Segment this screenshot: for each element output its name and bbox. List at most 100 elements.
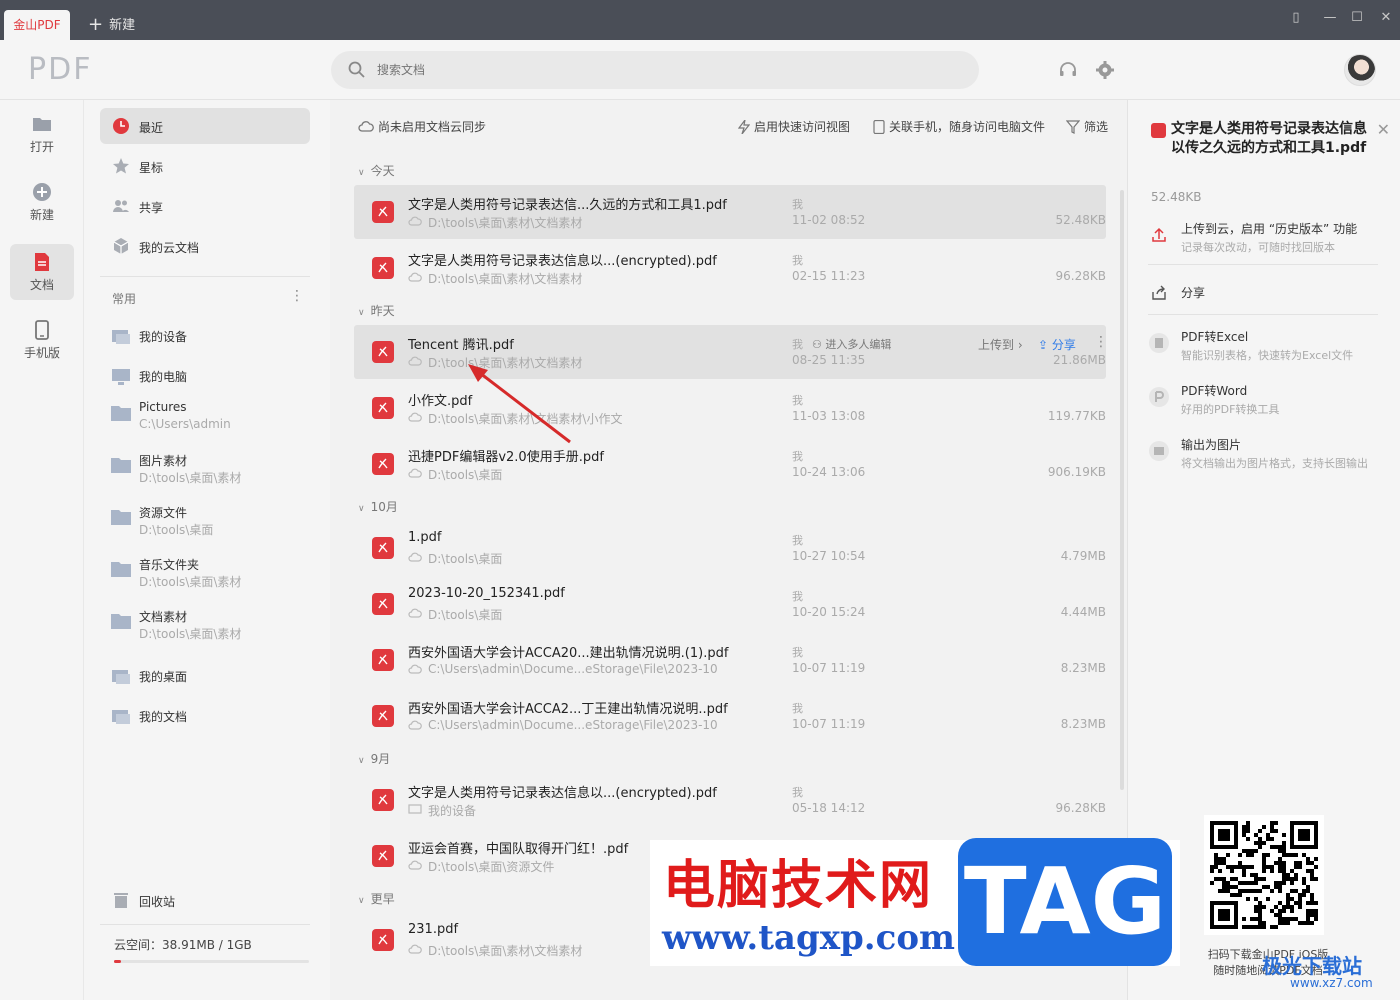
nav-item-starred[interactable]: 星标: [100, 148, 310, 184]
file-date: 11-02 08:52: [792, 213, 866, 227]
file-size: 119.77KB: [1047, 409, 1106, 423]
new-tab-label: 新建: [109, 18, 136, 33]
group-label: 昨天: [370, 304, 395, 318]
more-options-icon[interactable]: ⋮: [290, 288, 304, 304]
file-size: 8.23MB: [1060, 717, 1106, 731]
tool-label: PDF转Excel: [1181, 330, 1249, 344]
more-options-icon[interactable]: ⋮: [1094, 334, 1108, 350]
share-label: 分享: [1051, 338, 1076, 352]
new-tab-button[interactable]: + 新建: [88, 10, 135, 40]
desktop-icon: [112, 670, 130, 684]
cloud-sync-label: 尚未启用文档云同步: [378, 120, 487, 134]
search-input[interactable]: [377, 60, 937, 80]
file-date: 08-25 11:35: [792, 353, 866, 367]
restore-layout-icon[interactable]: ▯: [1286, 10, 1306, 25]
phone-link-button[interactable]: 关联手机，随身访问电脑文件: [873, 118, 1045, 135]
qr-code: [1204, 815, 1324, 935]
app-tab[interactable]: 金山PDF: [4, 10, 70, 40]
device-label: 我的电脑: [139, 370, 188, 384]
file-date: 02-15 11:23: [792, 269, 866, 283]
divider: [100, 276, 310, 277]
computer-icon: [112, 369, 130, 385]
file-size: 21.86MB: [1053, 353, 1106, 367]
nav-folder-resources[interactable]: 资源文件 D:\tools\桌面: [110, 502, 310, 546]
file-row[interactable]: 2023-10-20_152341.pdf D:\tools\桌面 我 10-2…: [354, 577, 1106, 631]
file-owner: 我: [792, 646, 803, 659]
filter-button[interactable]: 筛选: [1065, 118, 1109, 135]
file-date: 10-07 11:19: [792, 717, 866, 731]
nav-folder-music[interactable]: 音乐文件夹 D:\tools\桌面\素材: [110, 554, 310, 598]
group-header-today[interactable]: ∨ 今天: [358, 162, 395, 179]
pdf-file-icon: [372, 341, 394, 363]
group-header-september[interactable]: ∨ 9月: [358, 750, 390, 767]
file-row[interactable]: 文字是人类用符号记录表达信息以...(encrypted).pdf D:\too…: [354, 241, 1106, 295]
file-path: D:\tools\桌面\资源文件: [428, 860, 555, 874]
group-header-earlier[interactable]: ∨ 更早: [358, 890, 395, 907]
close-icon[interactable]: ✕: [1377, 120, 1390, 139]
pdf-file-icon: [372, 453, 394, 475]
folder-shortcut-icon: [111, 458, 131, 473]
rail-documents[interactable]: 文档: [10, 244, 74, 300]
rail-mobile[interactable]: 手机版: [10, 312, 74, 368]
storage-progress: [114, 960, 309, 963]
nav-item-recycle[interactable]: 回收站: [100, 882, 310, 918]
chevron-down-icon: ∨: [358, 504, 365, 514]
nav-folder-desktop[interactable]: 我的桌面: [110, 658, 310, 702]
folder-path: D:\tools\桌面\素材: [139, 471, 242, 485]
file-size: 52.48KB: [1055, 213, 1106, 227]
file-name: 西安外国语大学会计ACCA20...建出轨情况说明.(1).pdf: [408, 646, 729, 661]
file-name: 文字是人类用符号记录表达信息以...(encrypted).pdf: [408, 786, 717, 801]
nav-folder-doc-material[interactable]: 文档素材 D:\tools\桌面\素材: [110, 606, 310, 650]
folder-path: D:\tools\桌面: [139, 523, 214, 537]
file-owner: 我: [792, 254, 803, 267]
upload-to-button[interactable]: 上传到 ›: [978, 336, 1023, 353]
avatar[interactable]: [1344, 54, 1376, 86]
nav-folder-pictures[interactable]: Pictures C:\Users\admin: [110, 398, 310, 442]
rail-open[interactable]: 打开: [10, 106, 74, 162]
filter-label: 筛选: [1084, 120, 1109, 134]
scrollbar[interactable]: [1120, 190, 1124, 790]
file-row[interactable]: 1.pdf D:\tools\桌面 我 10-27 10:54 4.79MB: [354, 521, 1106, 575]
share-button[interactable]: ⇪ 分享: [1038, 336, 1076, 353]
file-name: 231.pdf: [408, 922, 459, 937]
file-row[interactable]: 西安外国语大学会计ACCA20...建出轨情况说明.(1).pdf C:\Use…: [354, 633, 1106, 687]
pdf-file-icon: [372, 201, 394, 223]
storage-usage: 云空间：38.91MB / 1GB: [114, 938, 252, 952]
divider: [1148, 264, 1378, 265]
file-date: 11-03 13:08: [792, 409, 866, 423]
search-box[interactable]: [331, 51, 979, 89]
nav-folder-documents[interactable]: 我的文档: [110, 698, 310, 742]
nav-item-cloud-docs[interactable]: 我的云文档: [100, 228, 310, 264]
folder-path: D:\tools\桌面\素材: [139, 575, 242, 589]
nav-device-my-device[interactable]: 我的设备: [110, 318, 310, 362]
file-row[interactable]: 文字是人类用符号记录表达信息以...(encrypted).pdf 我的设备 我…: [354, 773, 1106, 827]
gear-icon[interactable]: [1095, 60, 1115, 80]
nav-folder-image-material[interactable]: 图片素材 D:\tools\桌面\素材: [110, 450, 310, 494]
rail-new[interactable]: 新建: [10, 174, 74, 230]
pdf-file-icon: [372, 593, 394, 615]
pdf-file-icon: [372, 397, 394, 419]
nav-item-shared[interactable]: 共享: [100, 188, 310, 224]
file-row[interactable]: 文字是人类用符号记录表达信...久远的方式和工具1.pdf D:\tools\桌…: [354, 185, 1106, 239]
tool-subtitle: 智能识别表格，快速转为Excel文件: [1181, 349, 1354, 362]
nav-item-recent[interactable]: 最近: [100, 108, 310, 144]
cloud-sync-status[interactable]: 尚未启用文档云同步: [358, 118, 486, 135]
group-header-yesterday[interactable]: ∨ 昨天: [358, 302, 395, 319]
tool-subtitle: 好用的PDF转换工具: [1181, 403, 1280, 416]
tool-subtitle: 将文档输出为图片格式，支持长图输出: [1181, 457, 1368, 470]
filter-icon: [1065, 120, 1081, 134]
collab-edit-button[interactable]: ⚇ 进入多人编辑: [812, 336, 891, 352]
nav-device-my-computer[interactable]: 我的电脑: [110, 358, 310, 402]
minimize-button[interactable]: —: [1320, 10, 1340, 25]
close-window-button[interactable]: ✕: [1376, 10, 1396, 25]
logo: PDF: [28, 52, 93, 87]
folder-shortcut-icon: [111, 406, 131, 421]
tool-label: 输出为图片: [1181, 438, 1242, 452]
quick-view-button[interactable]: 启用快速访问视图: [737, 118, 850, 135]
headset-icon[interactable]: [1058, 60, 1078, 80]
maximize-button[interactable]: ☐: [1347, 10, 1367, 25]
divider: [1148, 314, 1378, 315]
group-header-october[interactable]: ∨ 10月: [358, 498, 398, 515]
file-row[interactable]: 西安外国语大学会计ACCA2...丁王建出轨情况说明..pdf C:\Users…: [354, 689, 1106, 743]
nav-item-label: 最近: [139, 121, 164, 135]
